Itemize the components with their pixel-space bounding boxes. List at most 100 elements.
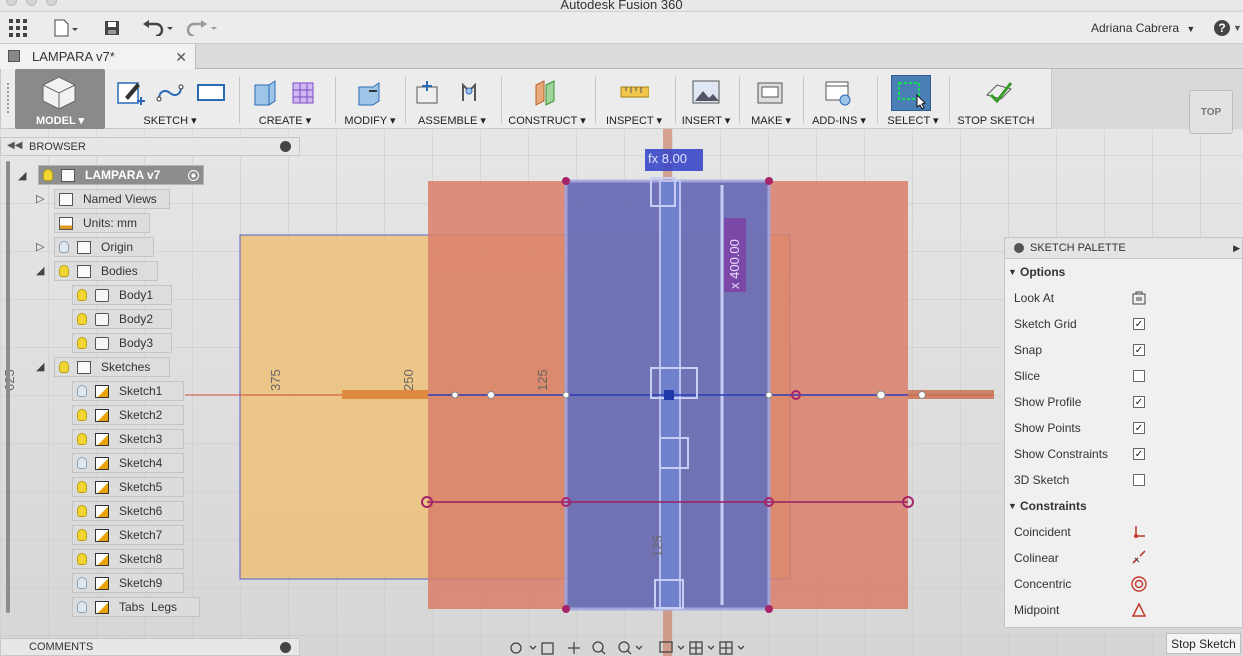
browser-node-sketch[interactable]: Sketch8 (72, 549, 184, 569)
add-comment-icon[interactable] (280, 642, 291, 653)
visibility-bulb-icon[interactable] (77, 553, 87, 565)
visibility-bulb-icon[interactable] (77, 457, 87, 469)
show-points-checkbox[interactable]: ✓ (1133, 422, 1145, 434)
option-show-constraints[interactable]: Show Constraints ✓ (1005, 441, 1242, 467)
look-at-icon[interactable] (1131, 290, 1147, 306)
browser-node-named-views[interactable]: Named Views (54, 189, 170, 209)
make-group[interactable]: MAKE ▾ (743, 69, 799, 129)
slice-checkbox[interactable] (1133, 370, 1145, 382)
browser-node-body[interactable]: Body2 (72, 309, 172, 329)
browser-node-sketch[interactable]: Sketch6 (72, 501, 184, 521)
help-menu[interactable]: ? ▼ (1214, 18, 1242, 38)
sketch-group[interactable]: SKETCH ▾ (111, 69, 229, 129)
workspace-switcher[interactable]: MODEL ▾ (15, 69, 105, 129)
stop-sketch-button[interactable]: Stop Sketch (1166, 633, 1241, 654)
browser-node-sketch[interactable]: Sketch2 (72, 405, 184, 425)
document-tab[interactable]: LAMPARA v7* ✕ (0, 44, 196, 69)
option-sketch-grid[interactable]: Sketch Grid ✓ (1005, 311, 1242, 337)
activate-radio-icon[interactable] (188, 170, 199, 181)
visibility-bulb-icon[interactable] (77, 433, 87, 445)
option-show-profile[interactable]: Show Profile ✓ (1005, 389, 1242, 415)
show-constraints-checkbox[interactable]: ✓ (1133, 448, 1145, 460)
visibility-bulb-icon[interactable] (59, 241, 69, 253)
browser-node-sketch[interactable]: Sketch9 (72, 573, 184, 593)
user-account-menu[interactable]: Adriana Cabrera ▼ (1091, 21, 1195, 35)
visibility-bulb-icon[interactable] (59, 361, 69, 373)
construct-group[interactable]: CONSTRUCT ▾ (505, 69, 589, 129)
browser-node-sketch[interactable]: Tabs Legs (72, 597, 200, 617)
visibility-bulb-icon[interactable] (77, 289, 87, 301)
minimize-browser-icon[interactable] (280, 141, 291, 152)
browser-node-sketch[interactable]: Sketch4 (72, 453, 184, 473)
comments-panel[interactable]: COMMENTS (0, 638, 300, 656)
visibility-bulb-icon[interactable] (77, 337, 87, 349)
visibility-bulb-icon[interactable] (77, 313, 87, 325)
dimension-250[interactable]: 250 (401, 369, 416, 391)
visibility-bulb-icon[interactable] (77, 577, 87, 589)
visibility-bulb-icon[interactable] (77, 385, 87, 397)
constraint-coincident[interactable]: Coincident (1005, 519, 1242, 545)
browser-node-body[interactable]: Body3 (72, 333, 172, 353)
expand-origin-icon[interactable]: ▷ (36, 240, 44, 253)
constraint-colinear[interactable]: Colinear (1005, 545, 1242, 571)
dimension-x-input[interactable]: x 400.00 (727, 239, 742, 289)
expand-sketches-icon[interactable]: ◢ (36, 360, 44, 373)
undo-icon[interactable] (142, 18, 176, 38)
browser-node-sketches[interactable]: Sketches (54, 357, 170, 377)
option-show-points[interactable]: Show Points ✓ (1005, 415, 1242, 441)
visibility-bulb-icon[interactable] (59, 265, 69, 277)
browser-node-sketch[interactable]: Sketch3 (72, 429, 184, 449)
browser-node-sketch[interactable]: Sketch5 (72, 477, 184, 497)
create-group[interactable]: CREATE ▾ (245, 69, 325, 129)
insert-group[interactable]: INSERT ▾ (677, 69, 735, 129)
browser-node-units[interactable]: Units: mm (54, 213, 150, 233)
constraint-midpoint[interactable]: Midpoint (1005, 597, 1242, 623)
redo-icon[interactable] (186, 18, 220, 38)
midpoint-icon[interactable] (1131, 602, 1147, 618)
expand-bodies-icon[interactable]: ◢ (36, 264, 44, 277)
inspect-group[interactable]: INSPECT ▾ (601, 69, 667, 129)
constraint-concentric[interactable]: Concentric (1005, 571, 1242, 597)
coincident-icon[interactable] (1131, 524, 1147, 540)
file-menu-icon[interactable] (52, 18, 80, 38)
concentric-icon[interactable] (1131, 576, 1147, 592)
view-cube[interactable]: TOP (1189, 90, 1233, 134)
dimension-125-horizontal[interactable]: 125 (535, 369, 550, 391)
select-group[interactable]: SELECT ▾ (881, 69, 945, 129)
option-3d-sketch[interactable]: 3D Sketch (1005, 467, 1242, 493)
visibility-bulb-icon[interactable] (77, 601, 87, 613)
dimension-125-vertical[interactable]: 125 (650, 535, 665, 557)
visibility-bulb-icon[interactable] (77, 529, 87, 541)
modify-group[interactable]: MODIFY ▾ (339, 69, 401, 129)
browser-node-bodies[interactable]: Bodies (54, 261, 158, 281)
visibility-bulb-icon[interactable] (77, 481, 87, 493)
apps-grid-icon[interactable] (8, 18, 28, 38)
show-profile-checkbox[interactable]: ✓ (1133, 396, 1145, 408)
minimize-palette-icon[interactable] (1014, 243, 1024, 253)
browser-node-origin[interactable]: Origin (54, 237, 154, 257)
visibility-bulb-icon[interactable] (77, 409, 87, 421)
sketch-grid-checkbox[interactable]: ✓ (1133, 318, 1145, 330)
assemble-group[interactable]: ASSEMBLE ▾ (411, 69, 493, 129)
option-snap[interactable]: Snap ✓ (1005, 337, 1242, 363)
visibility-bulb-icon[interactable] (43, 169, 53, 181)
browser-node-sketch[interactable]: Sketch1 (72, 381, 184, 401)
expand-palette-icon[interactable]: ▶ (1233, 243, 1240, 254)
stop-sketch-group[interactable]: STOP SKETCH (953, 69, 1039, 129)
option-look-at[interactable]: Look At (1005, 285, 1242, 311)
add-ins-group[interactable]: ADD-INS ▾ (807, 69, 871, 129)
save-icon[interactable] (102, 18, 122, 38)
expand-named-views-icon[interactable]: ▷ (36, 192, 44, 205)
browser-node-root[interactable]: LAMPARA v7 (38, 165, 204, 185)
close-tab-icon[interactable]: ✕ (175, 49, 187, 66)
visibility-bulb-icon[interactable] (77, 505, 87, 517)
collapse-panel-icon[interactable]: ◀◀ (7, 140, 22, 151)
dimension-fx-input[interactable]: fx 8.00 (648, 151, 687, 166)
option-slice[interactable]: Slice (1005, 363, 1242, 389)
snap-checkbox[interactable]: ✓ (1133, 344, 1145, 356)
browser-node-sketch[interactable]: Sketch7 (72, 525, 184, 545)
constraints-section-header[interactable]: ▼ Constraints (1005, 493, 1242, 519)
expand-root-icon[interactable]: ◢ (18, 169, 26, 182)
browser-splitter[interactable] (6, 161, 10, 613)
colinear-icon[interactable] (1131, 550, 1147, 566)
